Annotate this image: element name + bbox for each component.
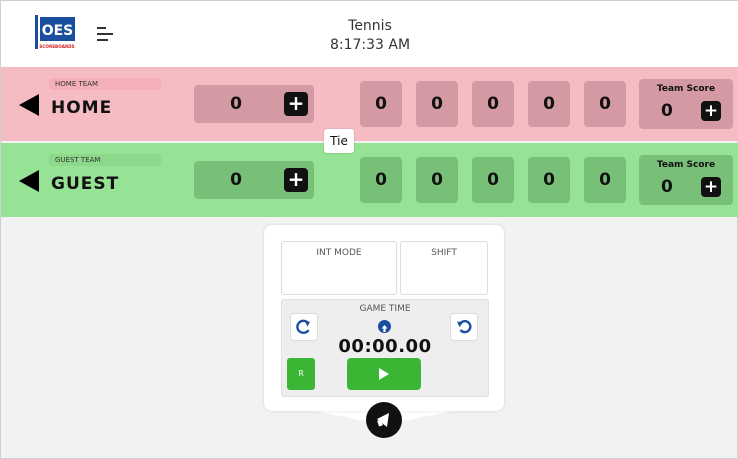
- guest-set-5[interactable]: 0: [584, 157, 626, 203]
- home-set-4[interactable]: 0: [528, 81, 570, 127]
- home-set-1[interactable]: 0: [360, 81, 402, 127]
- play-icon: [379, 368, 389, 380]
- arrow-left-icon[interactable]: [19, 170, 39, 192]
- home-team-label: HOME TEAM: [55, 80, 98, 88]
- home-team-score-box: Team Score 0 +: [639, 79, 733, 129]
- guest-score-plus-button[interactable]: +: [284, 168, 308, 192]
- sport-title: Tennis: [348, 18, 392, 34]
- guest-set-1[interactable]: 0: [360, 157, 402, 203]
- int-mode-label: INT MODE: [316, 248, 362, 258]
- shift-label: SHIFT: [431, 248, 457, 258]
- home-team-score-plus-button[interactable]: +: [701, 101, 721, 121]
- home-team-score-value: 0: [661, 101, 673, 121]
- guest-team-row: GUEST TEAM GUEST 0 + 0 0 0 0 0 Team Scor…: [1, 143, 738, 217]
- timer-control-panel: INT MODE SHIFT GAME TIME 00:00.00 R: [264, 225, 504, 411]
- guest-team-label: GUEST TEAM: [55, 156, 101, 164]
- guest-team-score-value: 0: [661, 177, 673, 197]
- home-set-2[interactable]: 0: [416, 81, 458, 127]
- home-team-name[interactable]: HOME: [51, 98, 112, 118]
- guest-team-name[interactable]: GUEST: [51, 174, 119, 194]
- home-set-5[interactable]: 0: [584, 81, 626, 127]
- arrow-left-icon[interactable]: [19, 94, 39, 116]
- guest-team-score-box: Team Score 0 +: [639, 155, 733, 205]
- guest-score-box[interactable]: 0 +: [194, 161, 314, 199]
- home-team-row: HOME TEAM HOME 0 + 0 0 0 0 0 Team Score …: [1, 67, 738, 141]
- home-team-score-label: Team Score: [656, 84, 716, 94]
- guest-set-2[interactable]: 0: [416, 157, 458, 203]
- game-time-box: GAME TIME 00:00.00 R: [281, 299, 489, 397]
- tie-badge: Tie: [324, 129, 354, 153]
- game-time-value: 00:00.00: [338, 336, 432, 357]
- horn-icon: [377, 413, 389, 427]
- top-bar: OES SCOREBOARDS Tennis 8:17:33 AM: [1, 1, 738, 67]
- reset-button[interactable]: R: [287, 358, 315, 390]
- guest-score-value: 0: [230, 170, 242, 190]
- horn-button[interactable]: [366, 402, 402, 438]
- int-mode-button[interactable]: INT MODE: [281, 241, 397, 295]
- up-arrow-icon[interactable]: [378, 320, 391, 333]
- guest-team-score-plus-button[interactable]: +: [701, 177, 721, 197]
- home-score-value: 0: [230, 94, 242, 114]
- home-set-3[interactable]: 0: [472, 81, 514, 127]
- shift-button[interactable]: SHIFT: [400, 241, 488, 295]
- clock-time: 8:17:33 AM: [329, 37, 411, 53]
- home-score-box[interactable]: 0 +: [194, 85, 314, 123]
- play-button[interactable]: [347, 358, 421, 390]
- guest-team-score-label: Team Score: [656, 160, 716, 170]
- guest-set-4[interactable]: 0: [528, 157, 570, 203]
- home-score-plus-button[interactable]: +: [284, 92, 308, 116]
- guest-set-3[interactable]: 0: [472, 157, 514, 203]
